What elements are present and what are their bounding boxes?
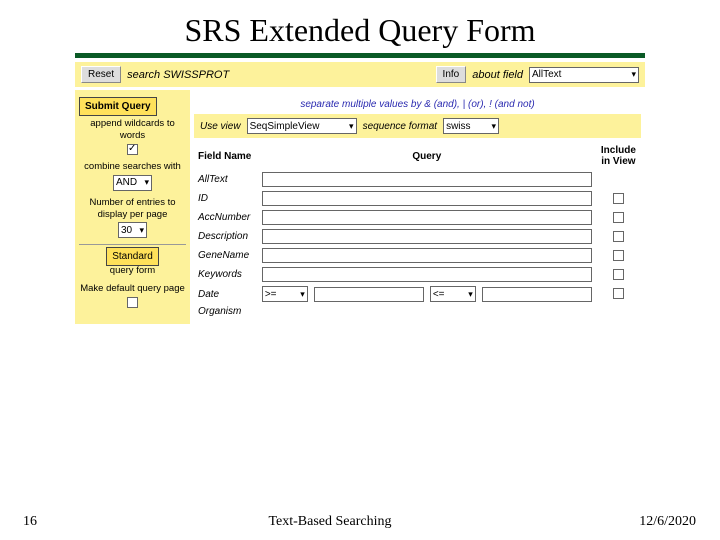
wildcards-label: append wildcards to words	[79, 118, 186, 142]
field-name: AccNumber	[194, 208, 258, 227]
top-toolbar: Reset search SWISSPROT Info about field …	[75, 62, 645, 87]
slide-footer: 16 Text-Based Searching 12/6/2020	[0, 514, 720, 530]
table-row: ID	[194, 189, 641, 208]
use-view-select[interactable]: SeqSimpleView	[247, 118, 357, 134]
app-frame: Reset search SWISSPROT Info about field …	[75, 62, 645, 324]
entries-select[interactable]: 30	[118, 222, 147, 238]
col-field-header: Field Name	[194, 142, 258, 170]
default-page-checkbox[interactable]	[127, 297, 138, 308]
sidebar-divider	[79, 244, 186, 245]
table-row: Date >= <=	[194, 284, 641, 304]
field-name: Description	[194, 227, 258, 246]
query-input[interactable]	[262, 267, 592, 282]
col-query-header: Query	[258, 142, 596, 170]
about-field-select[interactable]: AllText	[529, 67, 639, 83]
table-row: AccNumber	[194, 208, 641, 227]
standard-button[interactable]: Standard	[106, 247, 159, 266]
wildcards-checkbox[interactable]	[127, 144, 138, 155]
date-from-input[interactable]	[314, 287, 424, 302]
include-checkbox[interactable]	[613, 288, 624, 299]
about-field-label: about field	[472, 69, 523, 81]
view-toolbar: Use view SeqSimpleView sequence format s…	[194, 114, 641, 138]
seqfmt-label: sequence format	[363, 121, 438, 132]
query-input[interactable]	[262, 191, 592, 206]
table-row: AllText	[194, 170, 641, 189]
query-input[interactable]	[262, 172, 592, 187]
table-row: Description	[194, 227, 641, 246]
syntax-hint: separate multiple values by & (and), | (…	[194, 99, 641, 110]
date-op1-select[interactable]: >=	[262, 286, 308, 302]
sidebar: Submit Query append wildcards to words c…	[75, 90, 190, 324]
use-view-label: Use view	[200, 121, 241, 132]
field-name: Date	[194, 284, 258, 304]
info-button[interactable]: Info	[436, 66, 467, 83]
field-name: Organism	[194, 304, 258, 319]
table-row: Organism	[194, 304, 641, 319]
query-form-label: query form	[79, 265, 186, 277]
query-input[interactable]	[262, 248, 592, 263]
footer-title: Text-Based Searching	[60, 514, 600, 530]
field-name: Keywords	[194, 265, 258, 284]
field-name: GeneName	[194, 246, 258, 265]
include-checkbox[interactable]	[613, 269, 624, 280]
combine-select[interactable]: AND	[113, 175, 152, 191]
date-to-input[interactable]	[482, 287, 592, 302]
submit-query-button[interactable]: Submit Query	[79, 97, 157, 116]
slide-title: SRS Extended Query Form	[0, 0, 720, 53]
field-name: AllText	[194, 170, 258, 189]
main-panel: separate multiple values by & (and), | (…	[190, 90, 645, 324]
footer-date: 12/6/2020	[600, 514, 720, 530]
include-checkbox[interactable]	[613, 193, 624, 204]
query-input[interactable]	[262, 210, 592, 225]
include-checkbox[interactable]	[613, 212, 624, 223]
include-checkbox[interactable]	[613, 250, 624, 261]
query-fields-table: Field Name Query Include in View AllText…	[194, 142, 641, 319]
default-page-label: Make default query page	[79, 283, 186, 295]
combine-label: combine searches with	[79, 161, 186, 173]
include-checkbox[interactable]	[613, 231, 624, 242]
table-row: GeneName	[194, 246, 641, 265]
search-db-label: search SWISSPROT	[127, 69, 229, 81]
query-input[interactable]	[262, 229, 592, 244]
entries-label: Number of entries to display per page	[79, 197, 186, 221]
reset-button[interactable]: Reset	[81, 66, 121, 83]
field-name: ID	[194, 189, 258, 208]
col-include-header: Include in View	[596, 142, 641, 170]
seqfmt-select[interactable]: swiss	[443, 118, 499, 134]
table-row: Keywords	[194, 265, 641, 284]
date-op2-select[interactable]: <=	[430, 286, 476, 302]
page-number: 16	[0, 514, 60, 530]
